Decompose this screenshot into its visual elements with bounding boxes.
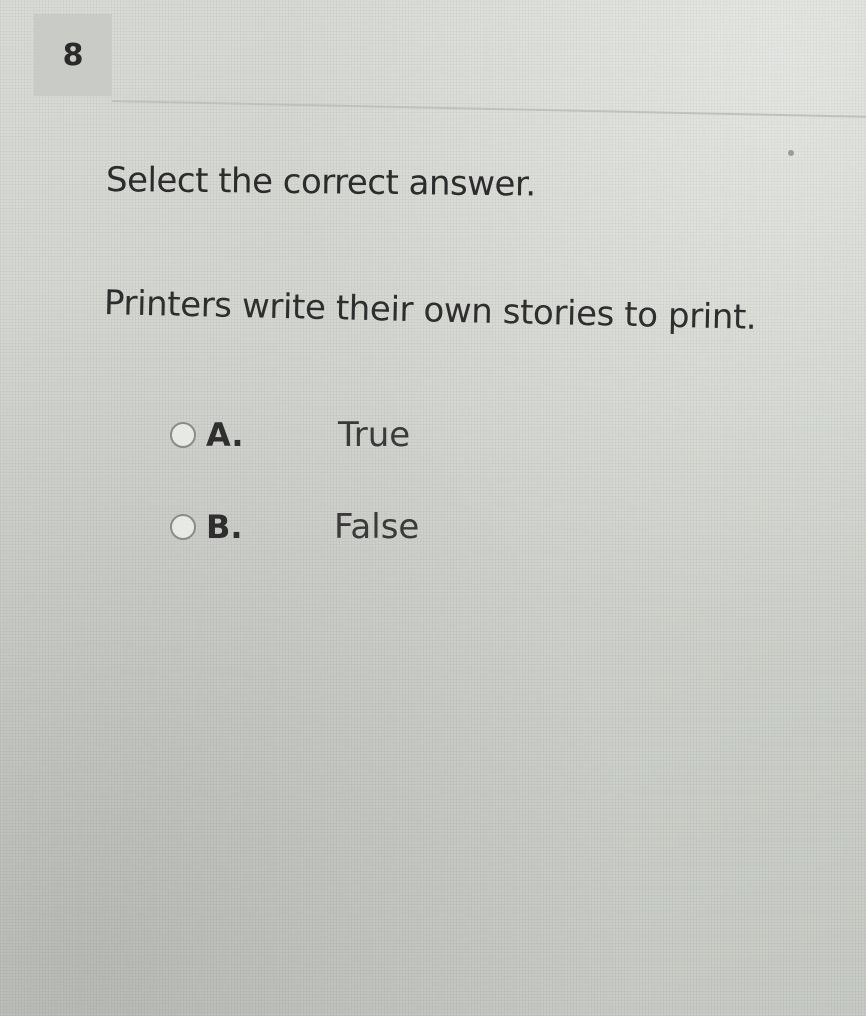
question-number: 8	[62, 37, 84, 73]
question-prompt: Printers write their own stories to prin…	[103, 283, 757, 338]
question-number-badge: 8	[34, 14, 112, 96]
screen-speck	[788, 150, 794, 156]
option-text-a: True	[338, 415, 411, 455]
header-divider	[111, 100, 866, 118]
question-instruction: Select the correct answer.	[105, 160, 536, 205]
option-text-b: False	[334, 507, 420, 547]
radio-button-a[interactable]	[170, 422, 196, 448]
answer-option-a[interactable]: A. True	[170, 410, 470, 460]
radio-button-b[interactable]	[170, 514, 196, 540]
option-letter-b: B.	[206, 508, 243, 546]
answer-option-b[interactable]: B. False	[170, 502, 470, 552]
question-header: 8	[0, 0, 866, 120]
option-letter-a: A.	[206, 416, 244, 454]
